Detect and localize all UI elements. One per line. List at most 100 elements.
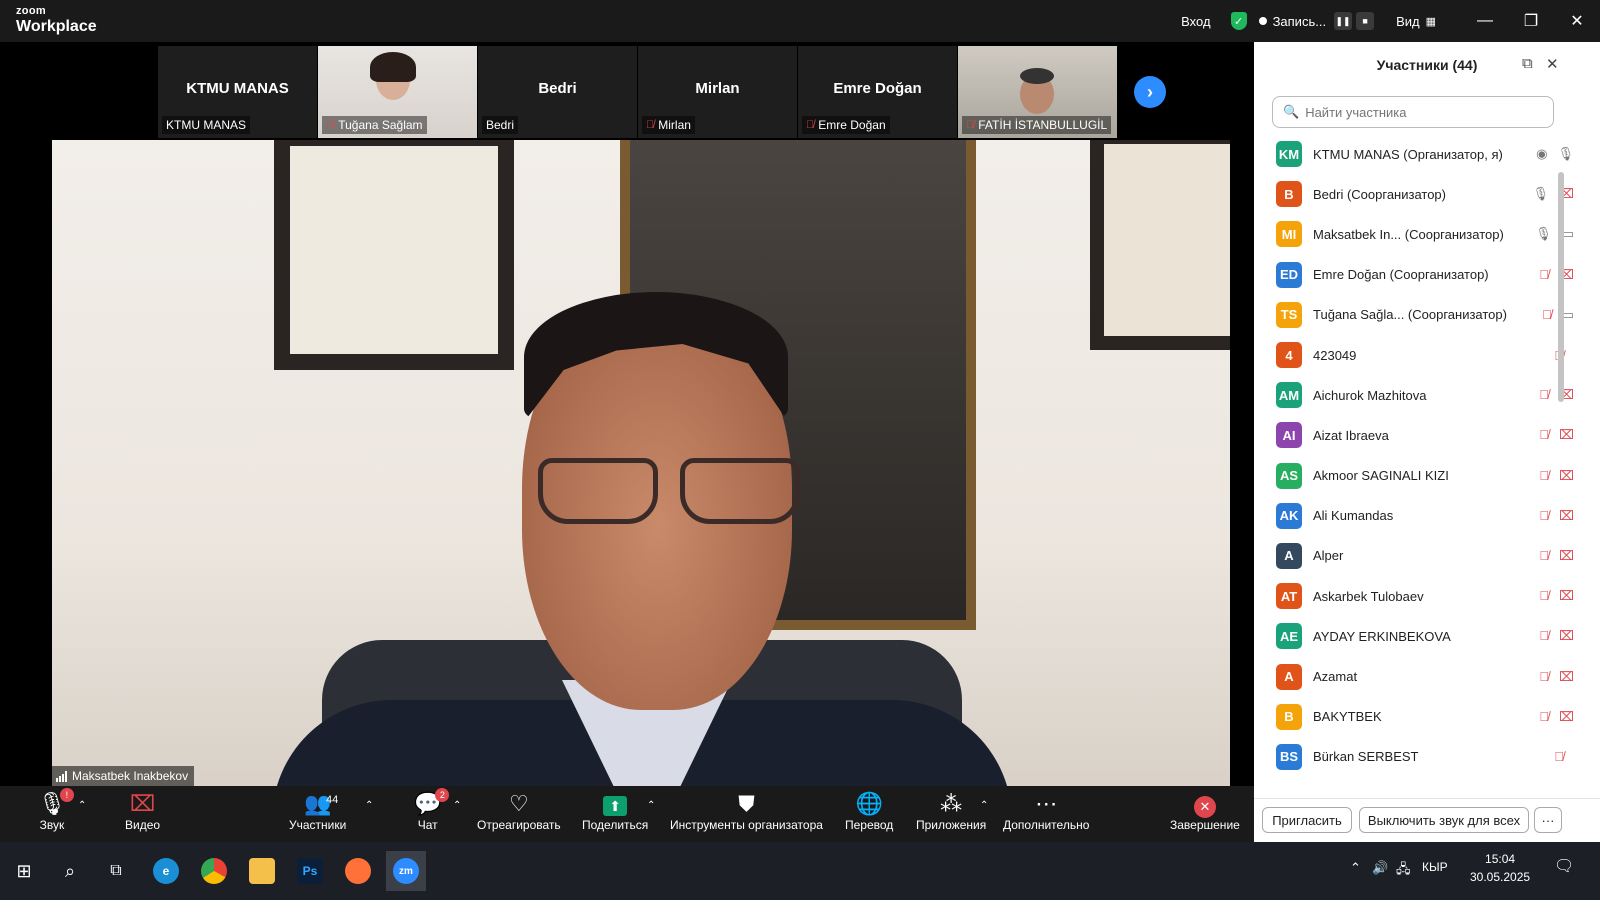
mic-muted-icon: 🎙̸ (326, 119, 335, 131)
minimize-button[interactable]: — (1462, 0, 1508, 42)
recording-label: Запись... (1272, 13, 1327, 29)
mic-muted-icon[interactable]: 🎙̸ (1539, 508, 1549, 524)
video-tile[interactable]: 🎙̸ Tuğana Sağlam (318, 46, 478, 138)
main-speaker-video[interactable] (52, 140, 1230, 802)
invite-button[interactable]: Пригласить (1262, 807, 1352, 833)
popout-icon[interactable]: ⧉ (1522, 55, 1533, 72)
participant-row[interactable]: AE AYDAY ERKINBEKOVA 🎙̸ ⌧ (1254, 616, 1584, 656)
microphone-icon[interactable]: 🎙 (1533, 186, 1550, 202)
video-tile[interactable]: KTMU MANAS KTMU MANAS (158, 46, 318, 138)
mic-muted-icon[interactable]: 🎙̸ (1539, 548, 1549, 564)
photoshop-app[interactable]: Ps (290, 851, 330, 891)
mute-all-button[interactable]: Выключить звук для всех (1359, 807, 1529, 833)
panel-more-button[interactable]: ··· (1534, 807, 1562, 833)
windows-icon: ⊞ (16, 860, 32, 881)
search-input[interactable] (1305, 104, 1546, 120)
filmstrip-next-button[interactable]: › (1134, 76, 1166, 108)
avatar: BS (1276, 743, 1302, 770)
participant-row[interactable]: AS Akmoor SAGINALI KIZI 🎙̸ ⌧ (1254, 456, 1584, 496)
participant-row[interactable]: 4423049🎙̸ (1254, 335, 1584, 375)
maximize-button[interactable]: ❐ (1508, 0, 1554, 42)
tray-overflow-icon[interactable]: ⌃ (1350, 860, 1361, 876)
react-button[interactable]: ♡ Отреагировать (477, 790, 561, 832)
network-icon[interactable]: 🖧 (1396, 860, 1411, 882)
avatar: 4 (1276, 342, 1302, 369)
video-tile[interactable]: Emre Doğan 🎙̸ Emre Doğan (798, 46, 958, 138)
close-panel-icon[interactable]: ✕ (1546, 55, 1559, 73)
participants-options-caret[interactable]: ⌃ (365, 800, 373, 811)
participant-search[interactable]: 🔍 (1272, 96, 1554, 128)
participants-button[interactable]: 👥 44 Участники (289, 790, 346, 832)
participant-row[interactable]: A Azamat 🎙̸ ⌧ (1254, 656, 1584, 696)
view-button[interactable]: Вид ▦ (1396, 14, 1436, 29)
tile-label: 🎙̸ Emre Doğan (802, 116, 890, 134)
start-button[interactable]: ⊞ (4, 851, 44, 891)
chat-button[interactable]: 💬 2 Чат (414, 788, 450, 832)
audio-options-caret[interactable]: ⌃ (78, 800, 86, 811)
language-indicator[interactable]: КЫР (1422, 860, 1448, 874)
microphone-icon: 🎙! (38, 788, 74, 818)
stop-recording-icon[interactable]: ■ (1356, 12, 1375, 30)
apps-options-caret[interactable]: ⌃ (980, 800, 988, 811)
chrome-icon (201, 858, 227, 884)
participant-list-scrollbar[interactable] (1558, 172, 1564, 402)
volume-icon[interactable]: 🔊 (1372, 860, 1388, 876)
avatar: MI (1276, 221, 1302, 248)
share-button[interactable]: ⬆ Поделиться (582, 790, 648, 832)
end-meeting-button[interactable]: ✕ Завершение (1170, 790, 1240, 832)
clock[interactable]: 15:04 30.05.2025 (1470, 850, 1530, 886)
mic-muted-icon[interactable]: 🎙̸ (1539, 588, 1549, 604)
encryption-icon[interactable]: ✓ (1230, 12, 1247, 30)
apps-icon: ⁂ (940, 791, 963, 816)
mic-muted-icon[interactable]: 🎙̸ (1539, 628, 1549, 644)
mic-muted-icon[interactable]: 🎙̸ (1539, 387, 1549, 403)
mic-muted-icon[interactable]: 🎙̸ (1539, 267, 1549, 283)
task-view-button[interactable]: ⧉ (96, 851, 136, 891)
audio-button[interactable]: 🎙! Звук (38, 788, 74, 832)
explorer-app[interactable] (242, 851, 282, 891)
notifications-icon[interactable]: 🗨 (1554, 856, 1574, 876)
chrome-app[interactable] (194, 851, 234, 891)
participant-row[interactable]: A Alper 🎙̸ ⌧ (1254, 536, 1584, 576)
translate-button[interactable]: 🌐 Перевод (845, 790, 893, 832)
participant-row[interactable]: AI Aizat Ibraeva 🎙̸ ⌧ (1254, 415, 1584, 455)
chat-options-caret[interactable]: ⌃ (453, 800, 461, 811)
recording-indicator[interactable]: Запись... (1258, 13, 1327, 29)
participant-row[interactable]: AM Aichurok Mazhitova 🎙̸ ⌧ (1254, 375, 1584, 415)
mic-muted-icon[interactable]: 🎙̸ (1542, 307, 1552, 323)
participant-row[interactable]: TS Tuğana Sağla... (Соорганизатор) 🎙̸ ▭ (1254, 295, 1584, 335)
zoom-app[interactable]: zm (386, 851, 426, 891)
microphone-icon[interactable]: 🎙 (1535, 226, 1552, 242)
participant-row[interactable]: ED Emre Doğan (Соорганизатор) 🎙̸ ⌧ (1254, 255, 1584, 295)
participant-row[interactable]: MI Maksatbek In... (Соорганизатор) 🎙 ▭ (1254, 214, 1584, 254)
edge-app[interactable]: e (146, 851, 186, 891)
participant-status-icons: 🎙̸ ⌧ (1539, 508, 1574, 524)
video-button[interactable]: ⌧ Видео (125, 790, 160, 832)
mic-muted-icon[interactable]: 🎙̸ (1539, 468, 1549, 484)
firefox-app[interactable] (338, 851, 378, 891)
share-options-caret[interactable]: ⌃ (647, 800, 655, 811)
avatar: KM (1276, 141, 1302, 168)
close-button[interactable]: ✕ (1554, 0, 1600, 42)
participant-row[interactable]: BS Bürkan SERBEST 🎙̸ (1254, 737, 1584, 777)
participant-row[interactable]: B Bedri (Соорганизатор) 🎙 ⌧ (1254, 174, 1584, 214)
mic-muted-icon[interactable]: 🎙̸ (1539, 669, 1549, 685)
participant-row[interactable]: AT Askarbek Tulobaev 🎙̸ ⌧ (1254, 576, 1584, 616)
video-tile[interactable]: Bedri Bedri (478, 46, 638, 138)
mic-muted-icon[interactable]: 🎙̸ (1539, 709, 1549, 725)
more-button[interactable]: ⋯ Дополнительно (1003, 790, 1089, 832)
mic-muted-icon[interactable]: 🎙̸ (1539, 427, 1549, 443)
search-button[interactable]: ⌕ (50, 851, 90, 891)
mic-muted-icon[interactable]: 🎙̸ (1554, 749, 1564, 764)
signin-button[interactable]: Вход (1181, 14, 1210, 29)
participant-row[interactable]: KM KTMU MANAS (Организатор, я) ◉ 🎙 (1254, 134, 1584, 174)
microphone-icon[interactable]: 🎙 (1557, 146, 1574, 162)
participant-row[interactable]: AK Ali Kumandas 🎙̸ ⌧ (1254, 496, 1584, 536)
video-tile[interactable]: Mirlan 🎙̸ Mirlan (638, 46, 798, 138)
host-tools-button[interactable]: ⛊ Инструменты организатора (670, 790, 823, 832)
participant-row[interactable]: B BAKYTBEK 🎙̸ ⌧ (1254, 697, 1584, 737)
pause-recording-icon[interactable]: ❚❚ (1334, 12, 1353, 30)
video-tile[interactable]: 🎙̸ FATİH İSTANBULLUGİL (958, 46, 1118, 138)
apps-button[interactable]: ⁂ Приложения (916, 790, 986, 832)
tile-label-text: KTMU MANAS (166, 118, 247, 132)
